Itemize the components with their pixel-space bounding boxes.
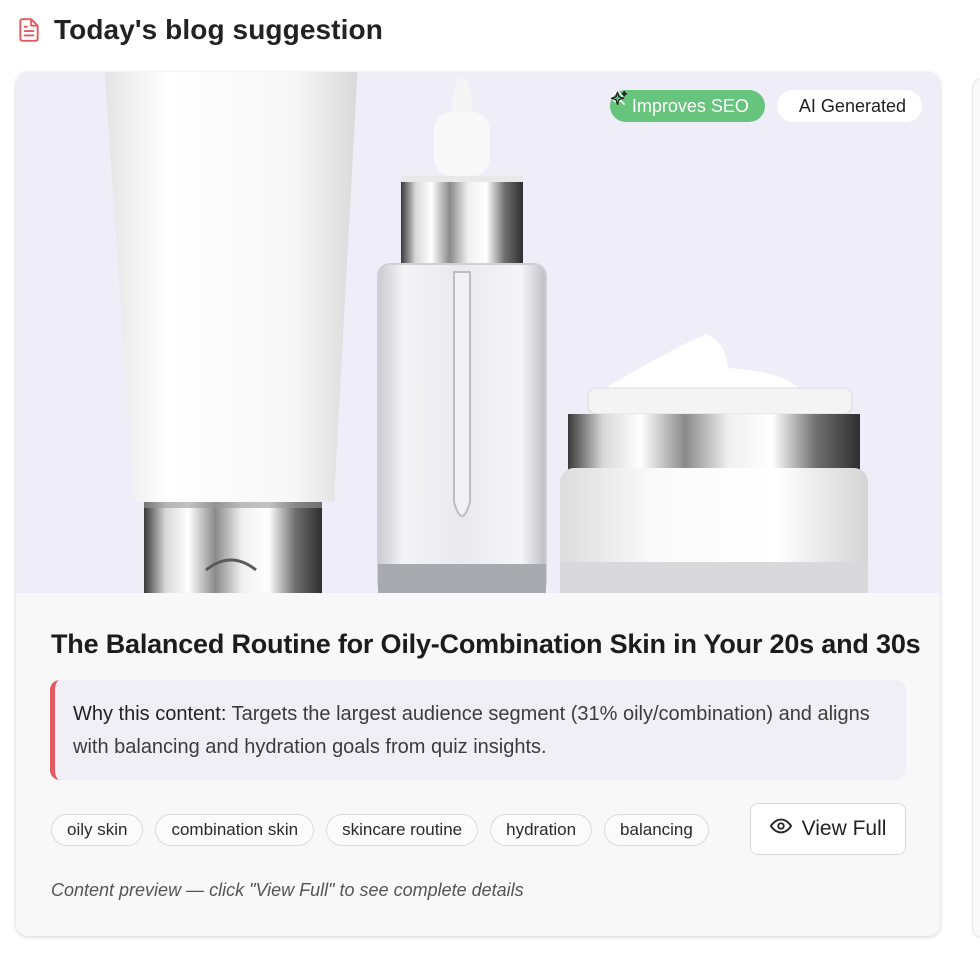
tag-chip[interactable]: skincare routine [326, 814, 479, 846]
tag-chip[interactable]: combination skin [155, 814, 315, 846]
next-card-edge[interactable] [972, 78, 980, 938]
badge-group: Improves SEO AI Generated [609, 90, 922, 122]
post-title: The Balanced Routine for Oily-Combinatio… [51, 629, 921, 659]
tag-chip[interactable]: oily skin [51, 814, 144, 846]
view-full-label: View Full [801, 817, 887, 840]
improves-seo-label: Improves SEO [631, 95, 749, 116]
ai-generated-label: AI Generated [798, 95, 906, 116]
improves-seo-badge: Improves SEO [609, 90, 765, 122]
why-label: Why this content: [73, 703, 227, 725]
why-this-content-callout: Why this content: Targets the largest au… [50, 680, 906, 780]
blog-suggestion-card: Improves SEO AI Generated The Balanced R… [16, 72, 940, 936]
skincare-products-illustration [104, 72, 868, 593]
section-header: Today's blog suggestion [16, 10, 383, 50]
view-full-button[interactable]: View Full [750, 803, 906, 855]
card-content: The Balanced Routine for Oily-Combinatio… [16, 593, 940, 936]
page: Today's blog suggestion Improves SEO AI … [0, 0, 980, 956]
eye-icon [769, 815, 792, 843]
tag-list: oily skin combination skin skincare rout… [51, 814, 709, 846]
tag-chip[interactable]: hydration [490, 814, 593, 846]
document-icon [16, 17, 42, 43]
content-preview-note: Content preview — click "View Full" to s… [51, 880, 524, 900]
tag-chip[interactable]: balancing [604, 814, 709, 846]
page-title: Today's blog suggestion [54, 14, 383, 45]
hero-image: Improves SEO AI Generated [16, 72, 940, 593]
ai-generated-badge: AI Generated [610, 90, 922, 122]
